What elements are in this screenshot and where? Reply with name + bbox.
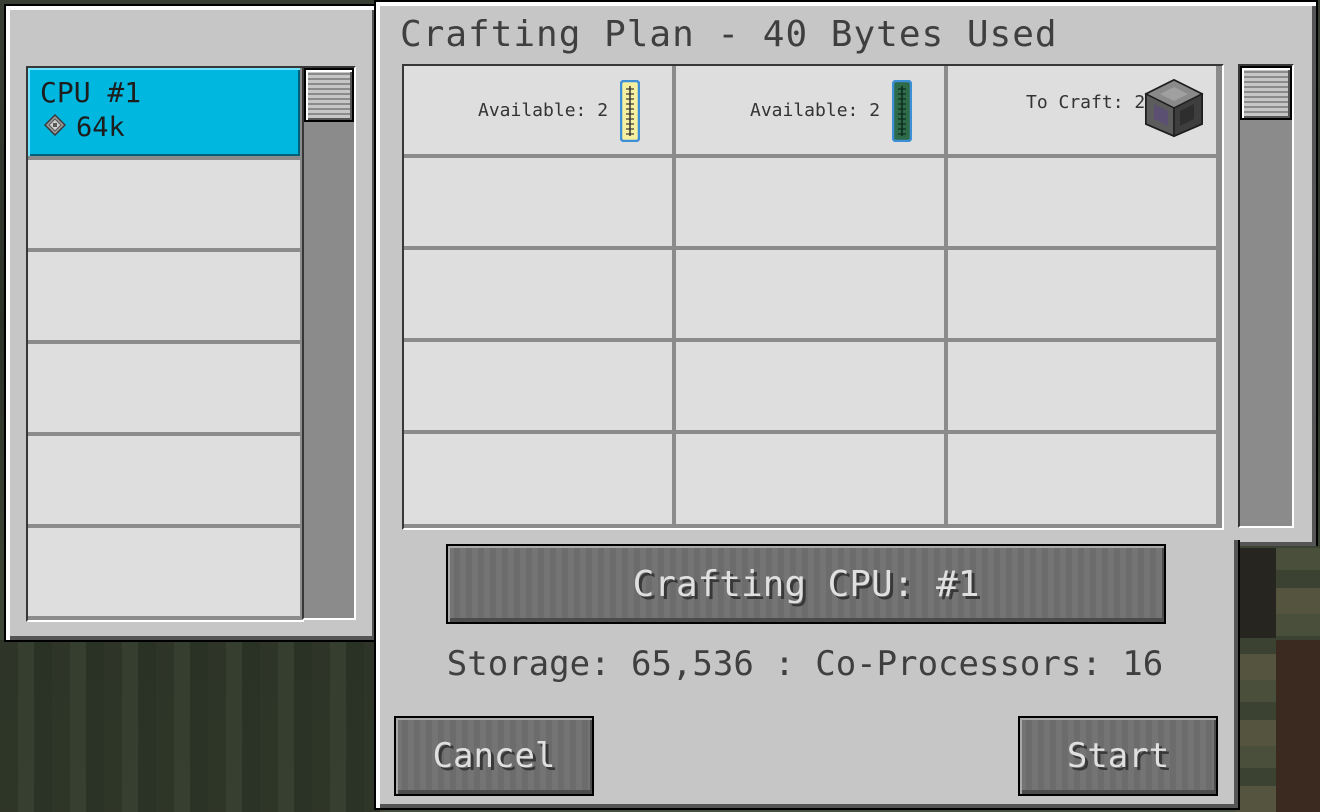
- plan-cell-empty: [676, 342, 944, 430]
- plan-cell-empty: [404, 158, 672, 246]
- cpu-list-empty-slot: [28, 252, 300, 340]
- cpu-list-scroll-thumb[interactable]: [304, 68, 354, 122]
- crafting-plan-scrollbar[interactable]: [1238, 64, 1294, 528]
- cpu-size: 64k: [76, 112, 125, 143]
- cpu-list-empty-slot: [28, 528, 300, 616]
- plan-cell[interactable]: Available: 2: [404, 66, 672, 154]
- glass-cable-icon: [620, 80, 640, 142]
- cpu-name: CPU #1: [40, 76, 142, 109]
- crafting-plan-scroll-thumb[interactable]: [1240, 66, 1292, 120]
- plan-cell-empty: [404, 342, 672, 430]
- grass-terrain: [0, 640, 380, 812]
- plan-cell-label: Available: 2: [478, 100, 609, 121]
- page-title: Crafting Plan - 40 Bytes Used: [400, 14, 1058, 55]
- storage-chip-icon: [44, 114, 66, 136]
- plan-cell-empty: [676, 250, 944, 338]
- cpu-list: CPU #1 64k: [26, 66, 304, 622]
- cpu-list-item[interactable]: CPU #1 64k: [28, 68, 300, 156]
- cancel-button[interactable]: Cancel: [394, 716, 594, 796]
- plan-cell-empty: [676, 434, 944, 524]
- plan-cell[interactable]: Available: 2: [676, 66, 944, 154]
- cpu-list-scrollbar[interactable]: [302, 66, 356, 620]
- plan-cell-label: Available: 2: [750, 100, 881, 121]
- crafting-plan-grid: Available: 2 Available: 2 To Craft: 2: [402, 64, 1224, 530]
- interface-block-icon: [1144, 78, 1204, 138]
- plan-cell-empty: [948, 434, 1216, 524]
- plan-cell-empty: [676, 158, 944, 246]
- plan-cell[interactable]: To Craft: 2: [948, 66, 1216, 154]
- plan-cell-empty: [404, 250, 672, 338]
- cpu-list-empty-slot: [28, 344, 300, 432]
- fluix-cable-icon: [892, 80, 912, 142]
- plan-cell-empty: [404, 434, 672, 524]
- cpu-list-empty-slot: [28, 436, 300, 524]
- crafting-cpu-select-button[interactable]: Crafting CPU: #1: [446, 544, 1166, 624]
- plan-cell-empty: [948, 250, 1216, 338]
- plan-cell-label: To Craft: 2: [1026, 92, 1146, 113]
- cpu-list-empty-slot: [28, 160, 300, 248]
- dirt-terrain: [1276, 640, 1320, 812]
- start-button[interactable]: Start: [1018, 716, 1218, 796]
- plan-cell-empty: [948, 158, 1216, 246]
- plan-cell-empty: [948, 342, 1216, 430]
- shadow-terrain: [1236, 548, 1276, 638]
- storage-info: Storage: 65,536 : Co-Processors: 16: [446, 644, 1164, 684]
